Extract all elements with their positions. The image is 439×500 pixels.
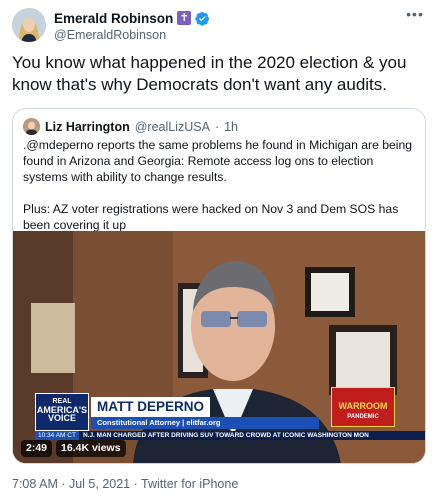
network-logo: REAL AMERICA'S VOICE <box>35 393 89 431</box>
show-logo: WARROOM PANDEMIC <box>331 387 395 427</box>
video-player[interactable]: REAL AMERICA'S VOICE MATT DEPERNO Consti… <box>13 231 425 463</box>
quoted-paragraph-2: Plus: AZ voter registrations were hacked… <box>23 202 399 232</box>
name-bar: MATT DEPERNO Constitutional Attorney | e… <box>91 397 319 429</box>
show-logo-line2: PANDEMIC <box>347 414 379 420</box>
video-stats: 2:49 16.4K views <box>21 440 126 457</box>
tweet-text: You know what happened in the 2020 elect… <box>12 53 407 94</box>
news-lower-third: REAL AMERICA'S VOICE MATT DEPERNO Consti… <box>13 387 425 440</box>
video-duration: 2:49 <box>21 440 53 457</box>
quoted-paragraph-1: .@mdeperno reports the same problems he … <box>23 138 413 184</box>
show-logo-line1: WARROOM <box>338 401 388 411</box>
person-title: Constitutional Attorney | elitfar.org <box>91 417 319 429</box>
author-name[interactable]: Emerald Robinson <box>54 11 173 26</box>
verified-icon <box>195 11 210 26</box>
tweet: Emerald Robinson ✝ @EmeraldRobinson ••• … <box>0 0 439 500</box>
person-name: MATT DEPERNO <box>91 397 210 417</box>
quoted-tweet[interactable]: Liz Harrington @realLizUSA · 1h .@mdeper… <box>12 108 426 464</box>
news-ticker: 10:34 AM CT N.J. MAN CHARGED AFTER DRIVIN… <box>35 431 425 440</box>
quoted-age: 1h <box>224 119 239 134</box>
video-views: 16.4K views <box>56 440 126 457</box>
author-handle[interactable]: @EmeraldRobinson <box>54 28 210 42</box>
tweet-timestamp[interactable]: 7:08 AM · Jul 5, 2021 · Twitter for iPho… <box>12 477 238 491</box>
quoted-separator: · <box>214 119 220 134</box>
author-block: Emerald Robinson ✝ @EmeraldRobinson <box>54 10 210 42</box>
quoted-author-handle: @realLizUSA <box>134 119 210 134</box>
quoted-avatar <box>23 118 40 135</box>
cross-badge-icon: ✝ <box>177 11 192 25</box>
author-avatar[interactable] <box>12 8 46 42</box>
network-logo-line3: VOICE <box>47 413 76 423</box>
quoted-header: Liz Harrington @realLizUSA · 1h <box>23 118 238 135</box>
ticker-time: 10:34 AM CT <box>35 431 79 440</box>
ticker-text: N.J. MAN CHARGED AFTER DRIVING SUV TOWAR… <box>82 432 369 439</box>
more-options-icon[interactable]: ••• <box>405 6 425 22</box>
quoted-author-name: Liz Harrington <box>45 119 130 134</box>
